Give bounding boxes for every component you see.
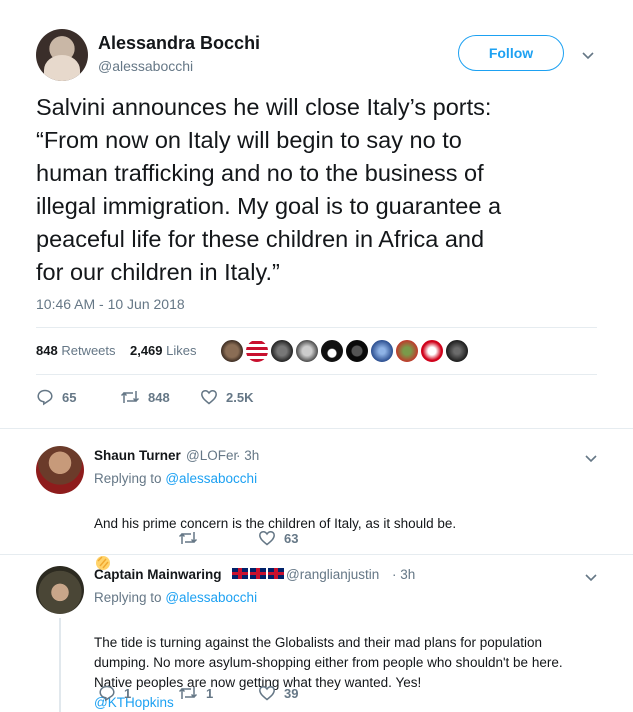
uk-flag-icon xyxy=(268,568,284,579)
thread-line xyxy=(59,618,61,712)
reply-author-name[interactable]: Shaun Turner xyxy=(94,448,181,463)
likes-count: 2,469 xyxy=(129,343,163,358)
retweet-icon xyxy=(178,529,198,547)
retweets-stat[interactable]: 848 Retweets xyxy=(36,343,116,358)
like-action[interactable]: 2.5K xyxy=(200,388,253,406)
chevron-down-icon[interactable] xyxy=(585,571,597,583)
reply-avatar[interactable] xyxy=(36,446,84,494)
reply-action[interactable]: 65 xyxy=(36,388,76,406)
reply-tweet[interactable]: Captain Mainwaring @ranglianjustin · 3h … xyxy=(0,554,633,712)
tweet-stats: 848 Retweets 2,469 Likes xyxy=(36,340,197,362)
follow-button[interactable]: Follow xyxy=(458,35,564,71)
reply-author-handle[interactable]: @ranglianjustin xyxy=(286,567,379,582)
reply-text-body: The tide is turning against the Globalis… xyxy=(94,635,563,690)
retweet-icon xyxy=(120,388,140,406)
replying-to-link[interactable]: @alessabocchi xyxy=(165,590,257,605)
reply-author-handle[interactable]: @LOFer xyxy=(186,448,238,463)
reply-count: 1 xyxy=(124,685,132,701)
heart-icon xyxy=(200,388,218,406)
uk-flag-icon xyxy=(232,568,248,579)
liker-avatar[interactable] xyxy=(295,339,319,363)
reply-time[interactable]: · 3h xyxy=(392,567,415,582)
heart-icon xyxy=(258,529,276,547)
tweet-header: Alessandra Bocchi @alessabocchi Follow xyxy=(36,29,613,85)
reply-count: 65 xyxy=(62,389,77,405)
reply-text: The tide is turning against the Globalis… xyxy=(94,613,614,712)
like-count: 39 xyxy=(284,685,299,701)
liker-avatar[interactable] xyxy=(220,339,244,363)
replying-to-link[interactable]: @alessabocchi xyxy=(165,471,257,486)
reply-author-name[interactable]: Captain Mainwaring xyxy=(94,567,222,582)
chevron-down-icon[interactable] xyxy=(585,452,597,464)
reply-time[interactable]: · 3h xyxy=(236,448,259,463)
author-name[interactable]: Alessandra Bocchi xyxy=(98,33,260,54)
uk-flags xyxy=(232,568,284,579)
like-action[interactable]: 63 xyxy=(258,529,298,547)
retweets-label: Retweets xyxy=(61,343,116,358)
retweet-icon xyxy=(178,684,198,702)
liker-avatar[interactable] xyxy=(320,339,344,363)
liker-avatar[interactable] xyxy=(270,339,294,363)
liker-avatar[interactable] xyxy=(420,339,444,363)
replying-to: Replying to @alessabocchi xyxy=(94,590,257,605)
retweet-action[interactable] xyxy=(178,529,206,547)
reply-icon xyxy=(98,684,116,702)
reply-icon xyxy=(36,388,54,406)
author-avatar[interactable] xyxy=(36,29,88,81)
uk-flag-icon xyxy=(250,568,266,579)
replying-prefix: Replying to xyxy=(94,471,162,486)
retweet-count: 848 xyxy=(148,389,170,405)
likes-stat[interactable]: 2,469 Likes xyxy=(130,343,197,358)
divider xyxy=(36,374,597,375)
reply-action[interactable]: 1 xyxy=(98,684,131,702)
heart-icon xyxy=(258,684,276,702)
retweet-action[interactable]: 1 xyxy=(178,684,213,702)
liker-avatar[interactable] xyxy=(345,339,369,363)
reply-avatar[interactable] xyxy=(36,566,84,614)
liker-avatar[interactable] xyxy=(370,339,394,363)
replying-to: Replying to @alessabocchi xyxy=(94,471,257,486)
liker-avatar[interactable] xyxy=(245,339,269,363)
likes-label: Likes xyxy=(166,343,197,358)
retweet-action[interactable]: 848 xyxy=(120,388,170,406)
author-handle[interactable]: @alessabocchi xyxy=(98,58,193,74)
replying-prefix: Replying to xyxy=(94,590,162,605)
reply-tweet[interactable]: Shaun Turner @LOFer · 3h Replying to @al… xyxy=(0,428,633,570)
like-count: 2.5K xyxy=(226,389,254,405)
tweet-timestamp[interactable]: 10:46 AM - 10 Jun 2018 xyxy=(36,296,185,312)
divider xyxy=(36,327,597,328)
retweets-count: 848 xyxy=(36,343,58,358)
like-count: 63 xyxy=(284,530,299,546)
tweet-text: Salvini announces he will close Italy’s … xyxy=(36,94,502,285)
retweet-count: 1 xyxy=(206,685,214,701)
chevron-down-icon[interactable] xyxy=(582,49,594,61)
liker-avatar[interactable] xyxy=(445,339,469,363)
liker-avatar[interactable] xyxy=(395,339,419,363)
likers-avatars xyxy=(220,339,469,363)
like-action[interactable]: 39 xyxy=(258,684,298,702)
